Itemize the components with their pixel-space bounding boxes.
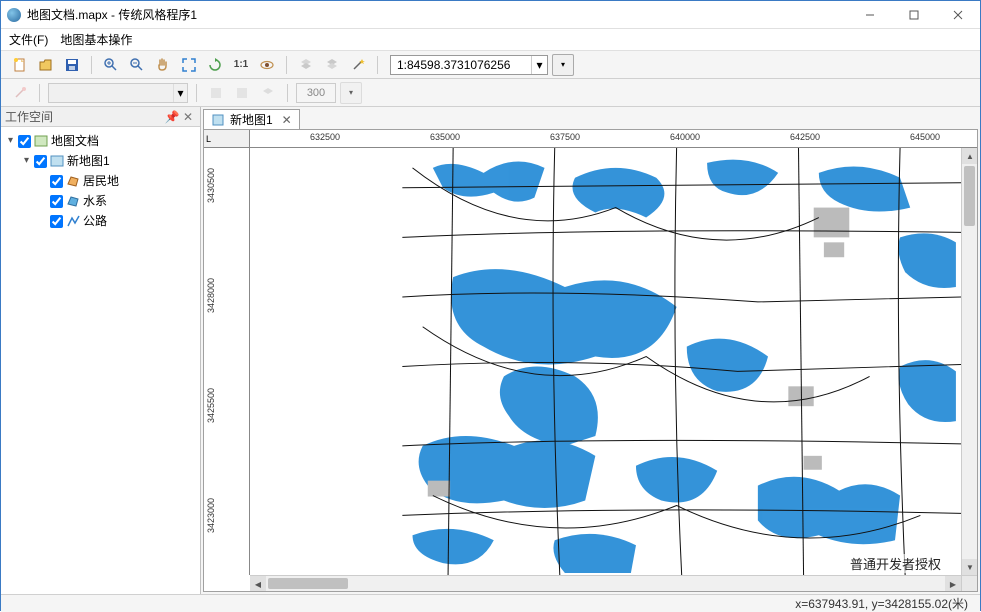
sidebar-header: 工作空间 📌 ✕ bbox=[1, 107, 200, 127]
menu-mapops[interactable]: 地图基本操作 bbox=[60, 31, 132, 48]
maximize-button[interactable] bbox=[892, 1, 936, 28]
tree-node-layer-2[interactable]: 公路 bbox=[37, 211, 198, 231]
vertical-scroll-thumb[interactable] bbox=[964, 166, 975, 226]
scroll-right-arrow[interactable]: ▶ bbox=[945, 576, 961, 592]
toolbar-secondary: ▾ 300 ▾ bbox=[1, 79, 980, 107]
tool-b-icon bbox=[231, 82, 253, 104]
window-title: 地图文档.mapx - 传统风格程序1 bbox=[27, 6, 848, 23]
app-icon bbox=[7, 8, 21, 22]
main-area: 新地图1 ✕ L 632500 635000 637500 640000 642… bbox=[201, 107, 980, 594]
horizontal-scroll-thumb[interactable] bbox=[268, 578, 348, 589]
map-icon bbox=[210, 112, 226, 128]
horizontal-scrollbar[interactable]: ◀ ▶ bbox=[250, 575, 961, 591]
chevron-down-icon[interactable]: ▾ bbox=[531, 56, 547, 74]
coordinate-readout: x=637943.91, y=3428155.02(米) bbox=[795, 595, 968, 612]
map-label: 新地图1 bbox=[67, 151, 110, 171]
zoom-out-icon[interactable] bbox=[126, 54, 148, 76]
polygon-layer-icon bbox=[65, 173, 81, 189]
numeric-box: 300 bbox=[296, 83, 336, 103]
h-tick: 637500 bbox=[550, 132, 580, 142]
v-tick: 3425500 bbox=[206, 388, 216, 423]
h-tick: 640000 bbox=[670, 132, 700, 142]
scroll-down-arrow[interactable]: ▼ bbox=[962, 559, 977, 575]
pin-icon[interactable]: 📌 bbox=[164, 109, 180, 125]
tab-close-icon[interactable]: ✕ bbox=[281, 114, 293, 126]
v-tick: 3423000 bbox=[206, 498, 216, 533]
collapse-icon[interactable]: ▾ bbox=[5, 136, 16, 147]
map-icon bbox=[49, 153, 65, 169]
refresh-icon[interactable] bbox=[204, 54, 226, 76]
scroll-left-arrow[interactable]: ◀ bbox=[250, 576, 266, 592]
h-tick: 632500 bbox=[310, 132, 340, 142]
save-icon[interactable] bbox=[61, 54, 83, 76]
open-icon[interactable] bbox=[35, 54, 57, 76]
ruler-horizontal: L 632500 635000 637500 640000 642500 645… bbox=[204, 130, 977, 148]
collapse-icon[interactable]: ▾ bbox=[21, 156, 32, 167]
layer-label: 公路 bbox=[83, 211, 107, 231]
v-tick: 3428000 bbox=[206, 278, 216, 313]
sidebar-workspace: 工作空间 📌 ✕ ▾ 地图文档 ▾ bbox=[1, 107, 201, 594]
vertical-scrollbar[interactable]: ▲ ▼ bbox=[961, 148, 977, 575]
document-tabs: 新地图1 ✕ bbox=[201, 107, 980, 129]
wand2-icon[interactable] bbox=[9, 82, 31, 104]
close-button[interactable] bbox=[936, 1, 980, 28]
h-tick: 642500 bbox=[790, 132, 820, 142]
layer-checkbox[interactable] bbox=[50, 195, 63, 208]
line-layer-icon bbox=[65, 213, 81, 229]
polygon-layer-icon bbox=[65, 193, 81, 209]
scale-combo[interactable]: 1:84598.3731076256 ▾ bbox=[390, 55, 548, 75]
eye-icon[interactable] bbox=[256, 54, 278, 76]
document-icon bbox=[33, 133, 49, 149]
menu-file[interactable]: 文件(F) bbox=[9, 31, 48, 48]
layer-checkbox[interactable] bbox=[50, 175, 63, 188]
pan-icon[interactable] bbox=[152, 54, 174, 76]
map-canvas-wrap: L 632500 635000 637500 640000 642500 645… bbox=[203, 129, 978, 592]
ratio-11-icon[interactable]: 1:1 bbox=[230, 54, 252, 76]
tree-node-layer-1[interactable]: 水系 bbox=[37, 191, 198, 211]
scale-dropdown-extra[interactable]: ▾ bbox=[552, 54, 574, 76]
close-panel-icon[interactable]: ✕ bbox=[180, 109, 196, 125]
scroll-up-arrow[interactable]: ▲ bbox=[962, 148, 977, 164]
menubar: 文件(F) 地图基本操作 bbox=[1, 29, 980, 51]
wand-icon[interactable] bbox=[347, 54, 369, 76]
layer-combo-disabled: ▾ bbox=[48, 83, 188, 103]
ruler-corner: L bbox=[204, 130, 250, 147]
num-dropdown[interactable]: ▾ bbox=[340, 82, 362, 104]
zoom-in-icon[interactable] bbox=[100, 54, 122, 76]
map-checkbox[interactable] bbox=[34, 155, 47, 168]
layer-label: 水系 bbox=[83, 191, 107, 211]
statusbar: x=637943.91, y=3428155.02(米) bbox=[1, 594, 980, 612]
tree-node-map[interactable]: ▾ 新地图1 bbox=[21, 151, 198, 171]
new-icon[interactable] bbox=[9, 54, 31, 76]
layer-label: 居民地 bbox=[83, 171, 119, 191]
scale-value: 1:84598.3731076256 bbox=[391, 58, 531, 72]
workspace-tree[interactable]: ▾ 地图文档 ▾ 新地图1 bbox=[1, 127, 200, 594]
tree-node-layer-0[interactable]: 居民地 bbox=[37, 171, 198, 191]
full-extent-icon[interactable] bbox=[178, 54, 200, 76]
layer-up-icon[interactable] bbox=[321, 54, 343, 76]
h-tick: 645000 bbox=[910, 132, 940, 142]
scroll-corner bbox=[961, 575, 977, 591]
tool-c-icon bbox=[257, 82, 279, 104]
tab-label: 新地图1 bbox=[230, 111, 273, 128]
tool-a-icon bbox=[205, 82, 227, 104]
map-canvas[interactable]: 普通开发者授权 bbox=[250, 148, 961, 575]
titlebar: 地图文档.mapx - 传统风格程序1 bbox=[1, 1, 980, 29]
license-watermark: 普通开发者授权 bbox=[848, 554, 943, 573]
tree-node-document[interactable]: ▾ 地图文档 bbox=[5, 131, 198, 151]
doc-checkbox[interactable] bbox=[18, 135, 31, 148]
layer-checkbox[interactable] bbox=[50, 215, 63, 228]
v-tick: 3430500 bbox=[206, 168, 216, 203]
h-tick: 635000 bbox=[430, 132, 460, 142]
layer-down-icon[interactable] bbox=[295, 54, 317, 76]
minimize-button[interactable] bbox=[848, 1, 892, 28]
toolbar-main: 1:1 1:84598.3731076256 ▾ ▾ bbox=[1, 51, 980, 79]
tab-map-0[interactable]: 新地图1 ✕ bbox=[203, 109, 300, 129]
ruler-vertical: 3430500 3428000 3425500 3423000 bbox=[204, 148, 250, 575]
doc-label: 地图文档 bbox=[51, 131, 99, 151]
sidebar-title: 工作空间 bbox=[5, 108, 164, 125]
